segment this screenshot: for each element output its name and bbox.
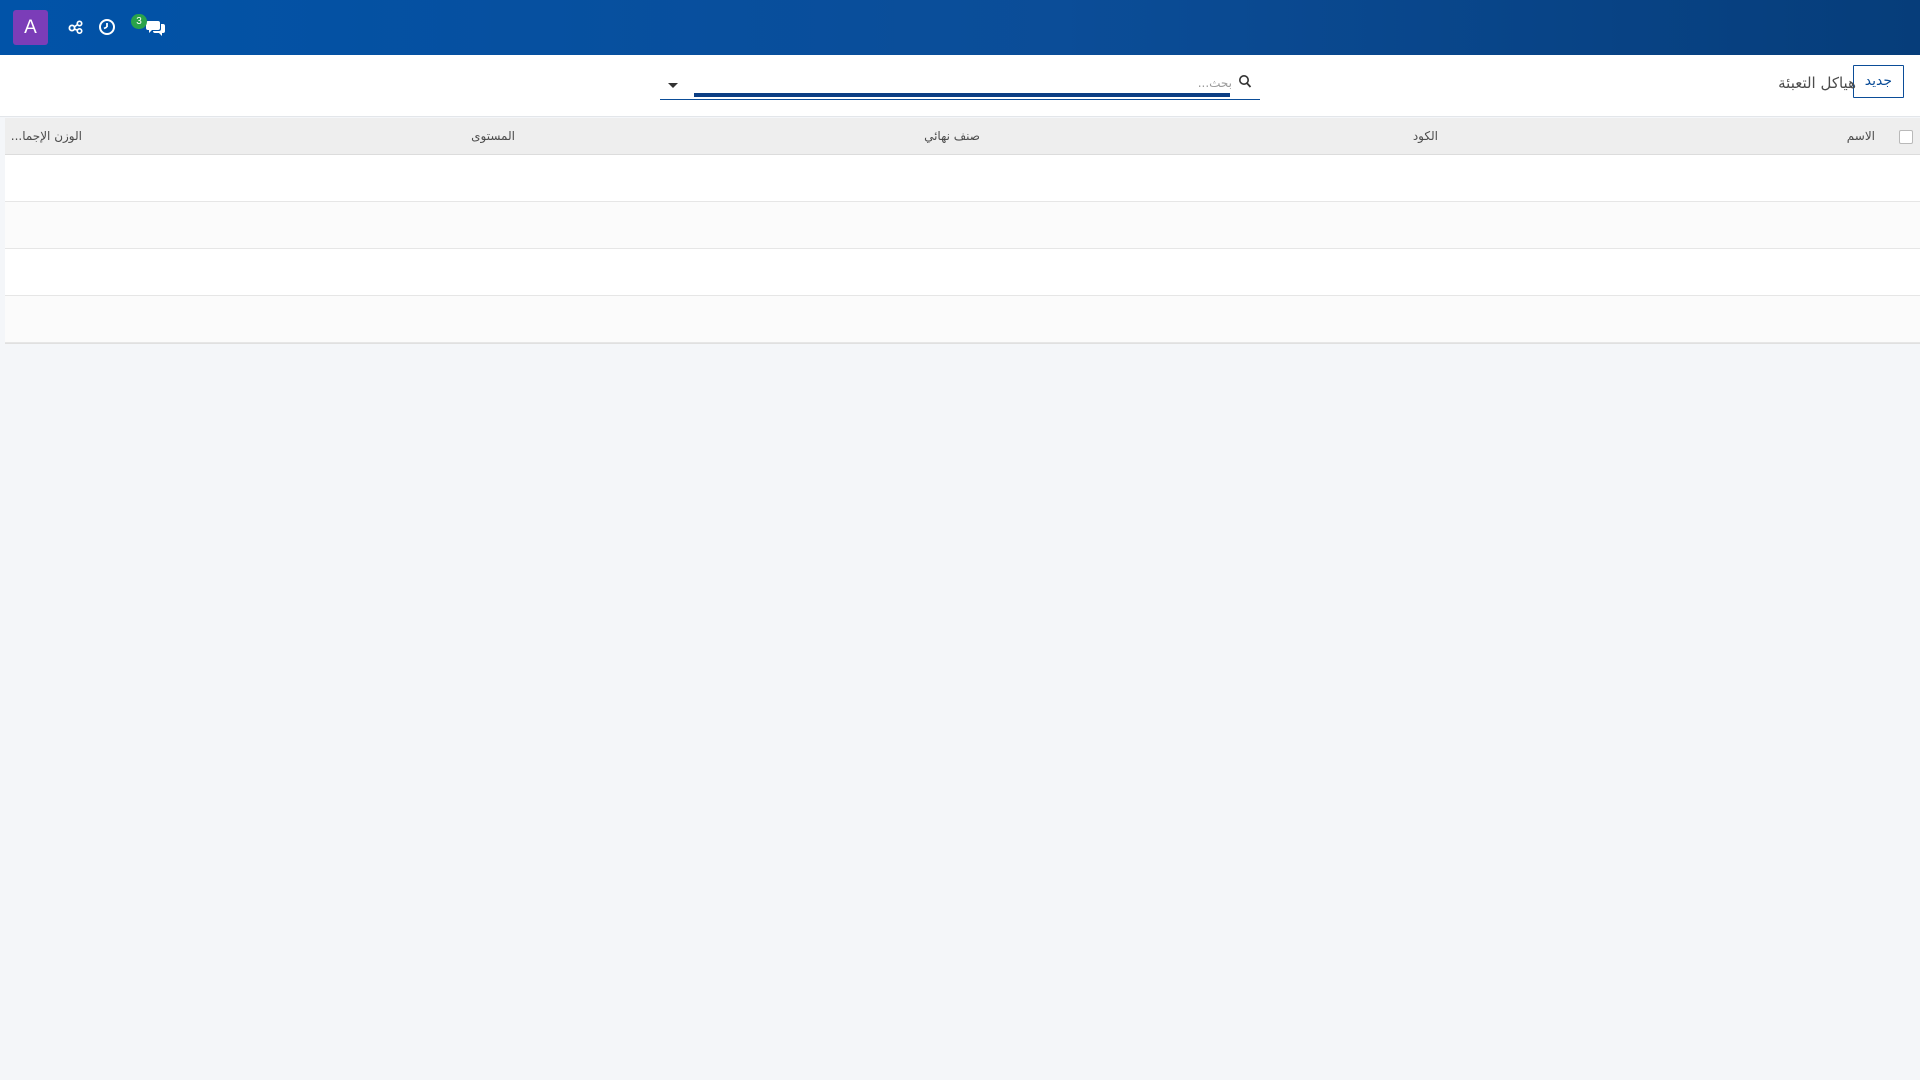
list-body [5, 155, 1920, 344]
list-header: الاسم الكود صنف نهائي المستوى الوزن الإج… [5, 118, 1920, 155]
column-header-final-product[interactable]: صنف نهائي [924, 118, 980, 155]
table-row [5, 155, 1920, 202]
table-row [5, 202, 1920, 249]
caret-down-icon[interactable] [666, 77, 680, 89]
list-view: الاسم الكود صنف نهائي المستوى الوزن الإج… [5, 118, 1920, 344]
table-row [5, 296, 1920, 343]
chat-badge-count: 3 [131, 14, 147, 29]
column-header-level[interactable]: المستوى [471, 118, 515, 155]
new-button[interactable]: جديد [1852, 65, 1904, 98]
column-header-total-weight[interactable]: الوزن الإجما... [11, 118, 82, 155]
clock-icon[interactable] [95, 15, 119, 39]
share-alt-icon[interactable] [64, 15, 88, 39]
breadcrumb: هياكل التعبئة [1778, 74, 1856, 92]
column-header-name[interactable]: الاسم [1847, 118, 1875, 155]
search-input[interactable] [712, 73, 1232, 93]
control-panel: جديد هياكل التعبئة [0, 55, 1920, 117]
select-all-checkbox[interactable] [1899, 130, 1913, 144]
search-loading-bar [694, 93, 1230, 97]
chat-icon[interactable] [144, 15, 168, 39]
user-avatar[interactable]: A [13, 10, 48, 45]
column-header-code[interactable]: الكود [1413, 118, 1438, 155]
search-box [660, 69, 1260, 100]
search-icon [1238, 74, 1252, 90]
top-navbar: A 3 [0, 0, 1920, 55]
table-row [5, 249, 1920, 296]
